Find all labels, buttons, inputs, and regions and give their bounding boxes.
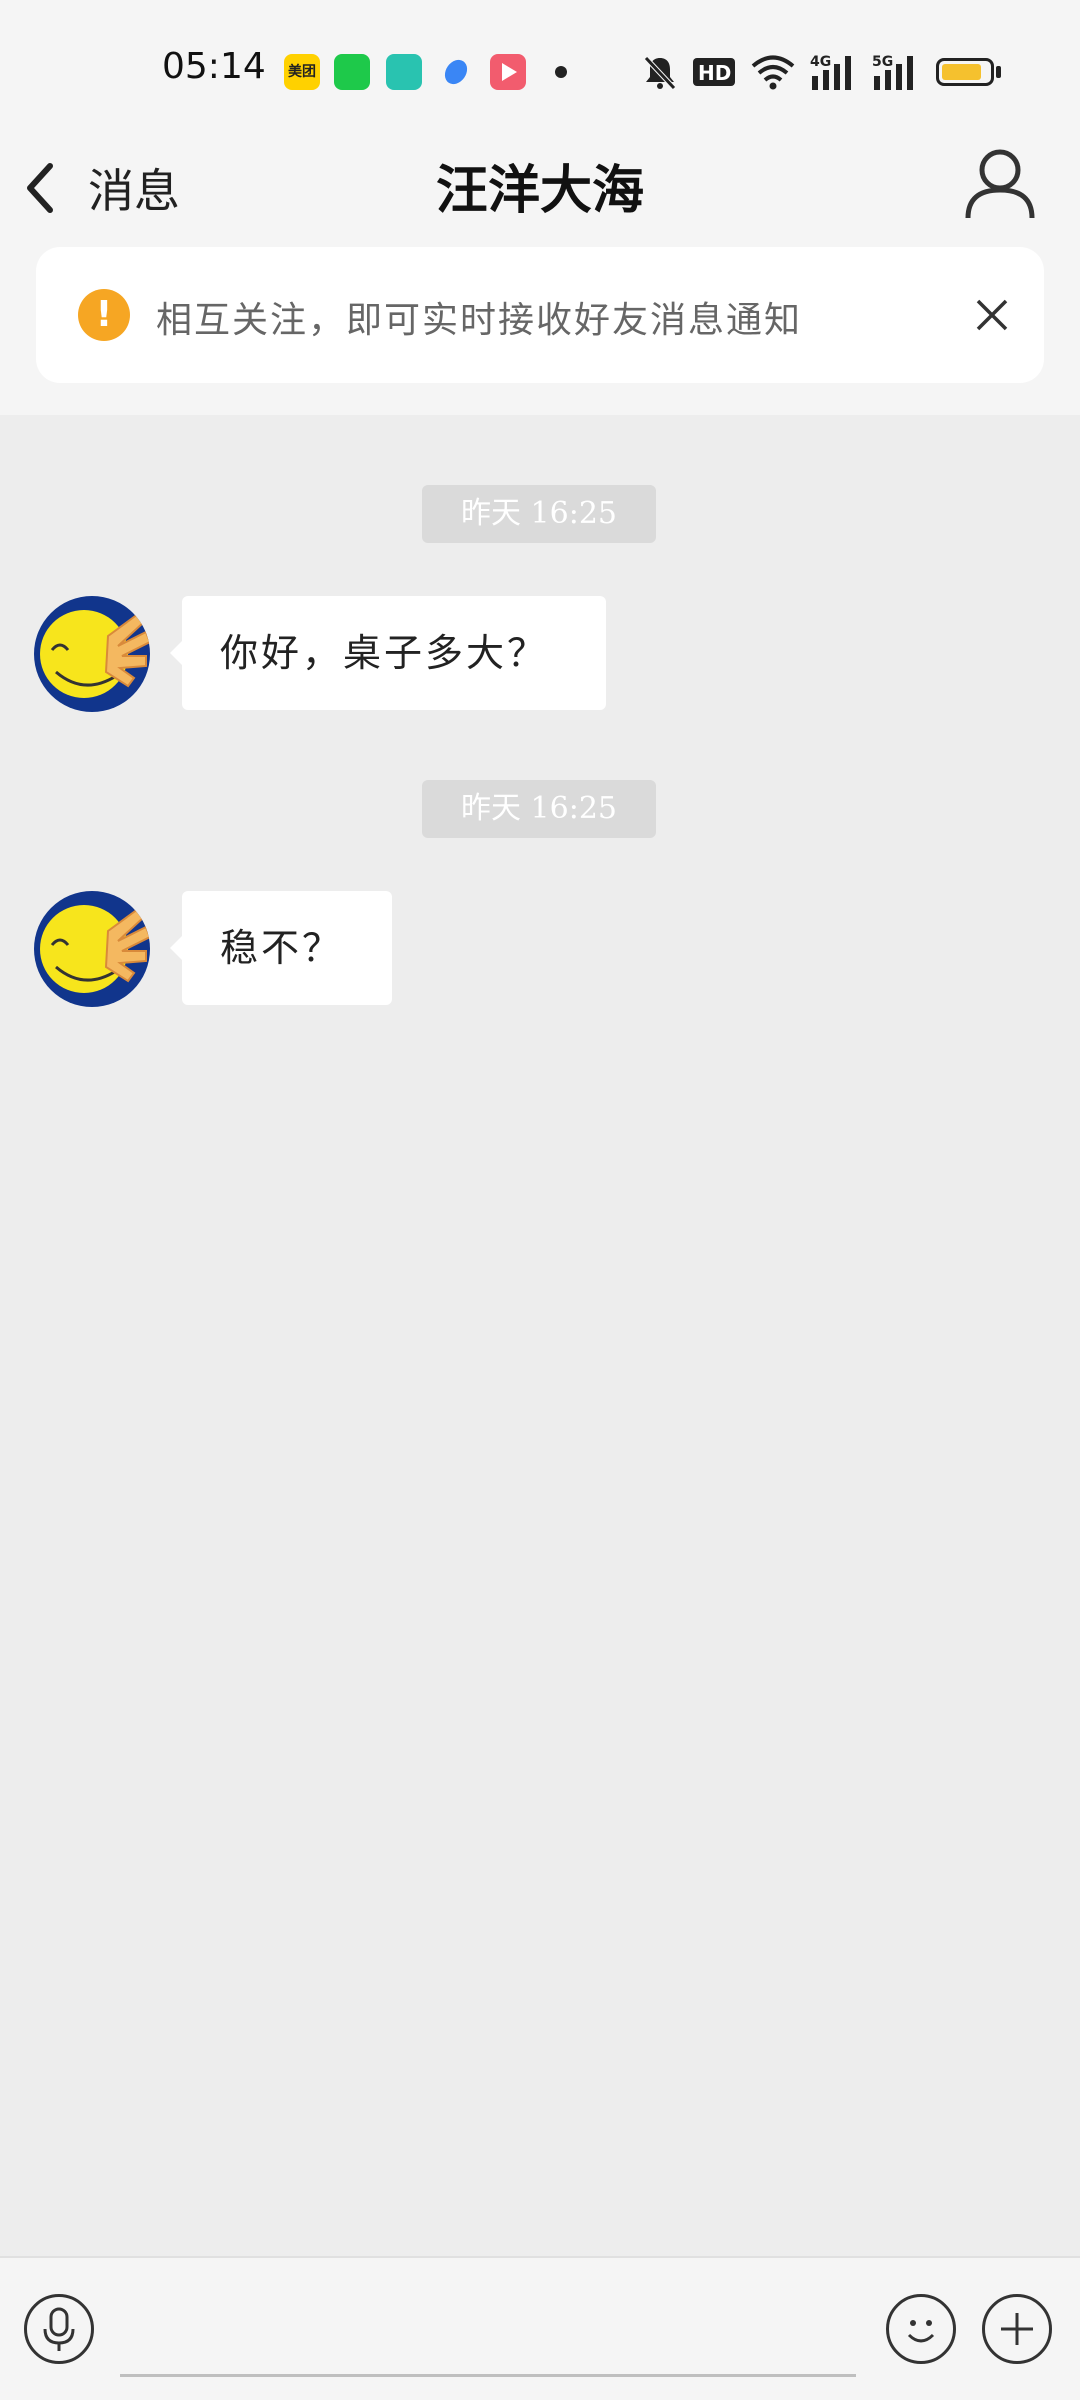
microphone-icon: [43, 2307, 75, 2351]
video-app-icon: [490, 54, 526, 90]
page-title: 汪洋大海: [435, 160, 644, 221]
battery-level: [942, 64, 981, 80]
plus-icon: [1001, 2313, 1033, 2345]
avatar[interactable]: [34, 891, 150, 1007]
meituan-icon: 美团: [284, 54, 320, 90]
message-timestamp: 昨天 16:25: [422, 780, 656, 838]
chat-header: 消息 汪洋大海: [0, 130, 1080, 245]
battery-cap: [996, 66, 1001, 78]
wifi-icon: [751, 55, 795, 90]
notification-dot: [555, 66, 567, 78]
warning-icon: !: [78, 289, 130, 341]
voice-button[interactable]: [24, 2294, 94, 2364]
mute-bell-icon: [644, 56, 676, 90]
emoji-button[interactable]: [886, 2294, 956, 2364]
app-teal-icon: [386, 54, 422, 90]
user-profile-icon[interactable]: [960, 142, 1040, 222]
more-button[interactable]: [982, 2294, 1052, 2364]
follow-notice: ! 相互关注，即可实时接收好友消息通知: [36, 247, 1044, 383]
svg-text:4G: 4G: [810, 54, 831, 70]
avatar[interactable]: [34, 596, 150, 712]
message-bubble[interactable]: 稳不？: [170, 891, 392, 1005]
message-timestamp: 昨天 16:25: [422, 485, 656, 543]
input-bar: [0, 2256, 1080, 2400]
svg-text:5G: 5G: [872, 54, 893, 70]
smiley-icon: [907, 2320, 935, 2343]
app-green-icon: [334, 54, 370, 90]
app-blue-icon: [438, 54, 474, 90]
hd-icon: HD: [693, 58, 735, 86]
message-bubble[interactable]: 你好，桌子多大？: [170, 596, 606, 710]
signal-4g-icon: 4G: [810, 54, 851, 90]
notice-text: 相互关注，即可实时接收好友消息通知: [156, 300, 803, 341]
svg-text:HD: HD: [698, 61, 731, 85]
status-time: 05:14: [162, 46, 266, 87]
close-icon[interactable]: [966, 289, 1018, 341]
battery-icon: [936, 58, 994, 86]
signal-5g-icon: 5G: [872, 54, 913, 90]
notice-area: ! 相互关注，即可实时接收好友消息通知: [0, 245, 1080, 415]
message-input[interactable]: [120, 2272, 856, 2377]
status-bar: 05:14 美团 HD 4G 5G: [0, 0, 1080, 130]
